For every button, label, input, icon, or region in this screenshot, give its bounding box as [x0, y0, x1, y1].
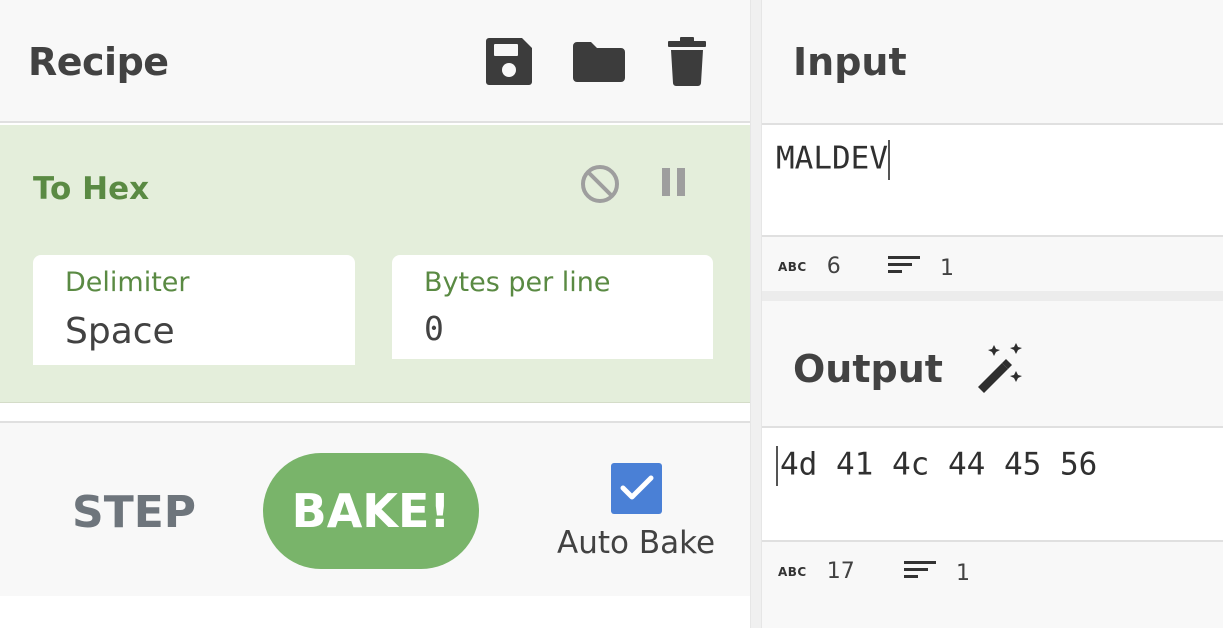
output-status-bar: ABC 17 1	[762, 540, 1223, 628]
input-length-stat: ABC 6	[778, 254, 841, 279]
output-length-stat: ABC 17	[778, 559, 855, 584]
bytes-per-line-field[interactable]: Bytes per line 0	[392, 255, 713, 359]
delimiter-label: Delimiter	[65, 267, 190, 298]
input-text: MALDEV	[776, 140, 888, 177]
checkmark-icon	[620, 475, 654, 500]
step-button[interactable]: STEP	[72, 487, 196, 538]
trash-icon[interactable]	[667, 37, 707, 87]
output-lines-stat: 1	[904, 559, 970, 587]
pane-divider[interactable]	[750, 0, 762, 628]
abc-icon: ABC	[778, 259, 807, 274]
text-caret	[776, 446, 778, 486]
input-length: 6	[826, 254, 841, 279]
input-title: Input	[793, 40, 907, 84]
io-separator[interactable]	[762, 291, 1223, 301]
auto-bake-checkbox[interactable]	[611, 463, 662, 514]
recipe-pane: Recipe To Hex Delimiter Space Bytes per …	[0, 0, 750, 628]
text-caret	[887, 140, 890, 180]
disable-icon[interactable]	[579, 163, 621, 209]
recipe-controls: STEP BAKE! Auto Bake	[0, 421, 750, 596]
auto-bake-label[interactable]: Auto Bake	[557, 525, 715, 561]
lines-icon	[888, 254, 920, 282]
output-title: Output	[793, 347, 943, 391]
delimiter-field[interactable]: Delimiter Space	[33, 255, 355, 365]
output-lines: 1	[956, 560, 970, 586]
input-textarea[interactable]: MALDEV	[776, 140, 890, 180]
folder-icon[interactable]	[571, 40, 627, 84]
lines-icon	[904, 559, 936, 587]
bytes-per-line-value[interactable]: 0	[424, 309, 444, 348]
recipe-header: Recipe	[0, 0, 750, 123]
save-icon[interactable]	[484, 36, 534, 86]
output-textarea[interactable]: 4d 41 4c 44 45 56	[776, 446, 1097, 486]
output-length: 17	[826, 559, 855, 584]
input-status-bar: ABC 6 1	[762, 235, 1223, 291]
operation-title: To Hex	[33, 171, 150, 207]
bake-button[interactable]: BAKE!	[263, 453, 479, 569]
output-header: Output	[762, 301, 1223, 428]
magic-wand-icon[interactable]	[972, 341, 1026, 399]
input-header: Input	[762, 0, 1223, 125]
delimiter-value[interactable]: Space	[65, 311, 175, 352]
input-lines-stat: 1	[888, 254, 954, 282]
abc-icon: ABC	[778, 564, 807, 579]
operation-card: To Hex Delimiter Space Bytes per line 0	[0, 125, 750, 403]
recipe-title: Recipe	[28, 40, 169, 84]
io-pane: Input MALDEV ABC 6 1 Output 4d 41 4c 44 …	[762, 0, 1223, 628]
input-lines: 1	[940, 255, 954, 281]
pause-icon[interactable]	[660, 167, 688, 201]
bytes-per-line-label: Bytes per line	[424, 267, 611, 298]
output-text: 4d 41 4c 44 45 56	[780, 446, 1098, 483]
